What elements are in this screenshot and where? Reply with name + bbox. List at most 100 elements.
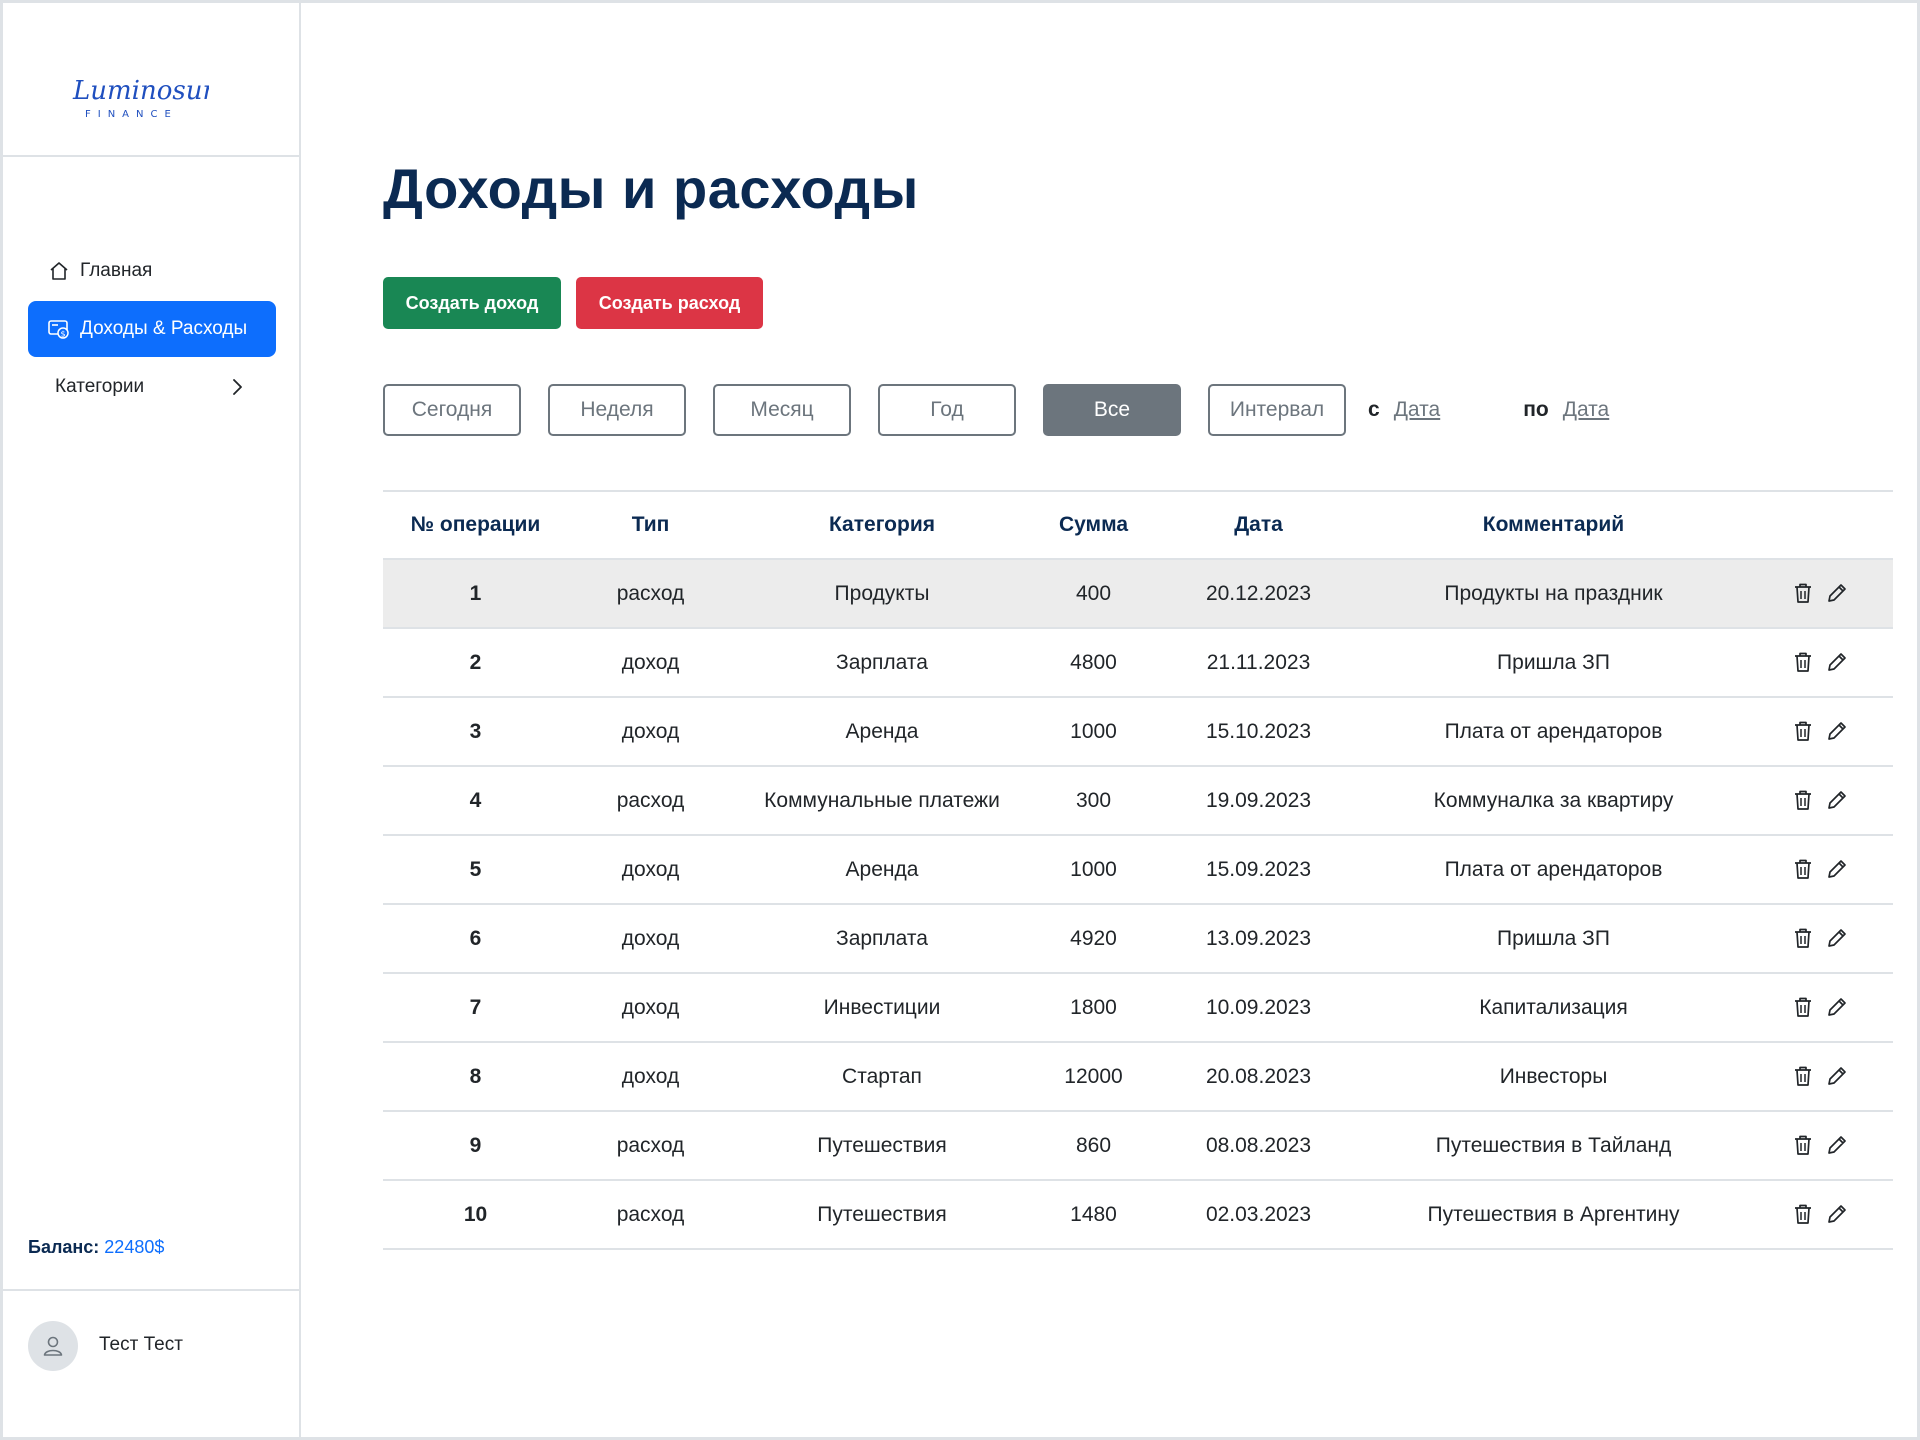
- table-row[interactable]: 5 доход Аренда 1000 15.09.2023 Плата от аренд…: [383, 835, 1893, 905]
- table-row[interactable]: 6 доход Зарплата 4920 13.09.2023 Пришла ЗП: [383, 904, 1893, 974]
- cell-actions: [1746, 973, 1893, 1043]
- cell-actions: [1746, 904, 1893, 974]
- edit-icon[interactable]: [1824, 719, 1850, 745]
- cell-date: 13.09.2023: [1156, 904, 1361, 974]
- cell-comment: Инвесторы: [1361, 1042, 1746, 1112]
- cell-actions: [1746, 1180, 1893, 1250]
- filter-week-button[interactable]: Неделя: [548, 384, 686, 436]
- delete-icon[interactable]: [1790, 788, 1816, 814]
- table-row[interactable]: 2 доход Зарплата 4800 21.11.2023 Пришла ЗП: [383, 628, 1893, 698]
- cell-comment: Коммуналка за квартиру: [1361, 766, 1746, 836]
- sidebar-item-label: Доходы & Расходы: [80, 318, 248, 339]
- delete-icon[interactable]: [1790, 857, 1816, 883]
- col-header-actions: [1746, 490, 1893, 560]
- cell-category: Путешествия: [733, 1180, 1031, 1250]
- date-from-label: с: [1368, 398, 1380, 421]
- table-row[interactable]: 4 расход Коммунальные платежи 300 19.09.2023…: [383, 766, 1893, 836]
- cell-sum: 1000: [1031, 697, 1156, 767]
- cell-date: 21.11.2023: [1156, 628, 1361, 698]
- edit-icon[interactable]: [1824, 926, 1850, 952]
- cell-type: доход: [568, 697, 733, 767]
- cell-type: доход: [568, 835, 733, 905]
- filter-all-button[interactable]: Все: [1043, 384, 1181, 436]
- filter-interval-button[interactable]: Интервал: [1208, 384, 1346, 436]
- delete-icon[interactable]: [1790, 995, 1816, 1021]
- cell-category: Аренда: [733, 835, 1031, 905]
- edit-icon[interactable]: [1824, 857, 1850, 883]
- table-row[interactable]: 7 доход Инвестиции 1800 10.09.2023 Капитализа…: [383, 973, 1893, 1043]
- action-buttons: Создать доход Создать расход: [383, 277, 763, 329]
- cell-actions: [1746, 766, 1893, 836]
- filter-today-button[interactable]: Сегодня: [383, 384, 521, 436]
- col-header-comment: Комментарий: [1361, 490, 1746, 560]
- cell-type: доход: [568, 1042, 733, 1112]
- edit-icon[interactable]: [1824, 1133, 1850, 1159]
- col-header-sum: Сумма: [1031, 490, 1156, 560]
- cell-category: Путешествия: [733, 1111, 1031, 1181]
- create-income-button[interactable]: Создать доход: [383, 277, 561, 329]
- col-header-category: Категория: [733, 490, 1031, 560]
- cell-date: 02.03.2023: [1156, 1180, 1361, 1250]
- filter-year-button[interactable]: Год: [878, 384, 1016, 436]
- sidebar-item-categories[interactable]: Категории: [28, 359, 276, 415]
- cell-date: 19.09.2023: [1156, 766, 1361, 836]
- edit-icon[interactable]: [1824, 1202, 1850, 1228]
- date-from-input[interactable]: Дата: [1394, 398, 1441, 422]
- delete-icon[interactable]: [1790, 650, 1816, 676]
- svg-text:$: $: [60, 330, 65, 339]
- edit-icon[interactable]: [1824, 581, 1850, 607]
- cell-category: Коммунальные платежи: [733, 766, 1031, 836]
- cell-type: расход: [568, 1111, 733, 1181]
- cell-number: 4: [383, 766, 568, 836]
- delete-icon[interactable]: [1790, 1133, 1816, 1159]
- cell-category: Стартап: [733, 1042, 1031, 1112]
- table-row[interactable]: 10 расход Путешествия 1480 02.03.2023 Путешес…: [383, 1180, 1893, 1250]
- sidebar-item-income-expense[interactable]: $ Доходы & Расходы: [28, 301, 276, 357]
- wallet-icon: $: [46, 316, 72, 342]
- balance: Баланс: 22480$: [28, 1237, 164, 1258]
- filter-month-button[interactable]: Месяц: [713, 384, 851, 436]
- sidebar-item-home[interactable]: Главная: [28, 243, 276, 299]
- cell-number: 9: [383, 1111, 568, 1181]
- cell-comment: Капитализация: [1361, 973, 1746, 1043]
- cell-sum: 860: [1031, 1111, 1156, 1181]
- cell-sum: 1480: [1031, 1180, 1156, 1250]
- delete-icon[interactable]: [1790, 926, 1816, 952]
- cell-comment: Путешествия в Тайланд: [1361, 1111, 1746, 1181]
- cell-actions: [1746, 628, 1893, 698]
- delete-icon[interactable]: [1790, 719, 1816, 745]
- edit-icon[interactable]: [1824, 995, 1850, 1021]
- col-header-type: Тип: [568, 490, 733, 560]
- cell-type: расход: [568, 1180, 733, 1250]
- edit-icon[interactable]: [1824, 650, 1850, 676]
- cell-number: 8: [383, 1042, 568, 1112]
- table-row[interactable]: 3 доход Аренда 1000 15.10.2023 Плата от аренд…: [383, 697, 1893, 767]
- cell-category: Зарплата: [733, 628, 1031, 698]
- avatar[interactable]: [28, 1321, 78, 1371]
- cell-date: 08.08.2023: [1156, 1111, 1361, 1181]
- sidebar-item-label: Главная: [80, 260, 153, 281]
- edit-icon[interactable]: [1824, 788, 1850, 814]
- table-row[interactable]: 9 расход Путешествия 860 08.08.2023 Путешеств…: [383, 1111, 1893, 1181]
- brand-logo[interactable]: Luminosum FINANCE: [69, 71, 209, 123]
- date-to-input[interactable]: Дата: [1563, 398, 1610, 422]
- cell-category: Зарплата: [733, 904, 1031, 974]
- create-expense-button[interactable]: Создать расход: [576, 277, 763, 329]
- cell-comment: Продукты на праздник: [1361, 559, 1746, 629]
- sidebar: Luminosum FINANCE Главная $ Доходы & Рас…: [3, 3, 301, 1437]
- table-body: 1 расход Продукты 400 20.12.2023 Продукты на …: [383, 559, 1893, 1250]
- cell-sum: 400: [1031, 559, 1156, 629]
- delete-icon[interactable]: [1790, 1064, 1816, 1090]
- delete-icon[interactable]: [1790, 1202, 1816, 1228]
- cell-actions: [1746, 697, 1893, 767]
- delete-icon[interactable]: [1790, 581, 1816, 607]
- cell-date: 15.10.2023: [1156, 697, 1361, 767]
- table-row[interactable]: 1 расход Продукты 400 20.12.2023 Продукты на …: [383, 559, 1893, 629]
- cell-date: 15.09.2023: [1156, 835, 1361, 905]
- period-filters: Сегодня Неделя Месяц Год Все Интервал с …: [383, 384, 1609, 436]
- svg-text:FINANCE: FINANCE: [85, 109, 178, 120]
- cell-sum: 1800: [1031, 973, 1156, 1043]
- edit-icon[interactable]: [1824, 1064, 1850, 1090]
- table-row[interactable]: 8 доход Стартап 12000 20.08.2023 Инвесторы: [383, 1042, 1893, 1112]
- cell-sum: 1000: [1031, 835, 1156, 905]
